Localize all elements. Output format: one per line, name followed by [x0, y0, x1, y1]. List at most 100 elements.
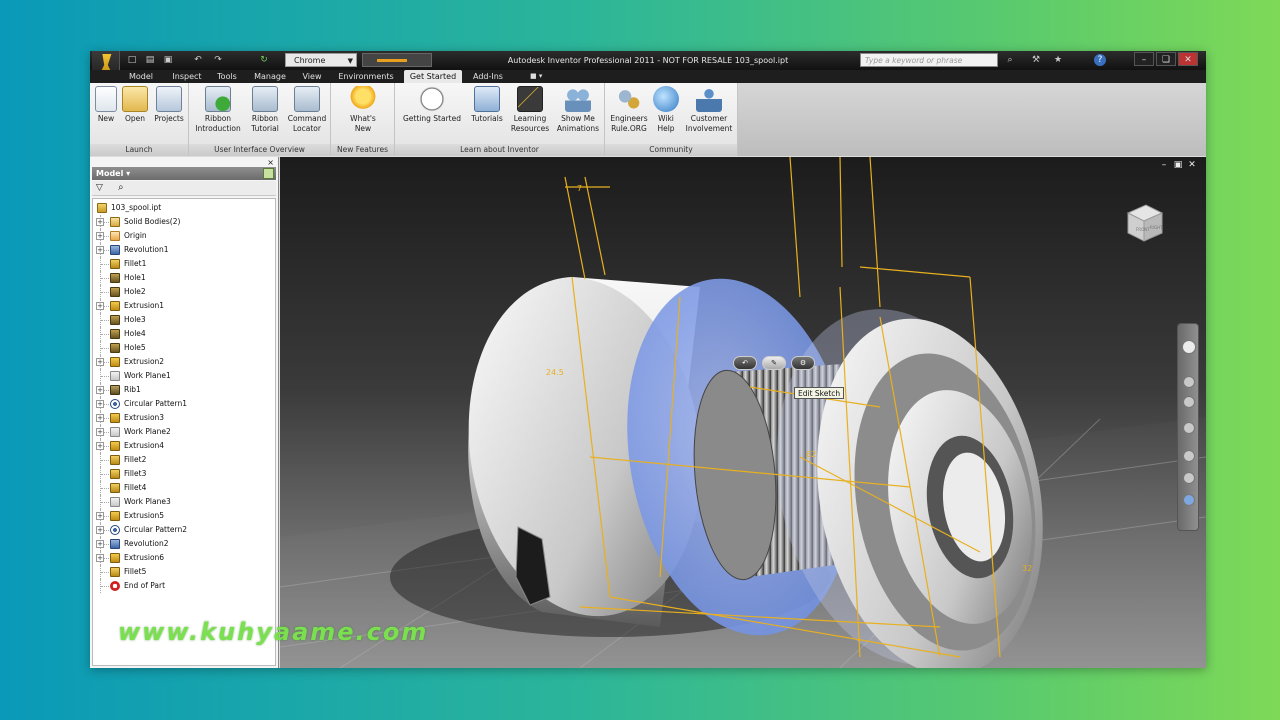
mini-toolbar-edit-sketch-button[interactable]: ✎ — [762, 356, 786, 370]
appearance-dropdown[interactable]: Chrome ▼ — [285, 53, 357, 67]
new-file-icon[interactable]: □ — [126, 54, 138, 66]
tree-node[interactable]: + Work Plane2 — [93, 425, 275, 439]
expand-icon[interactable]: + — [96, 526, 104, 534]
getting-started-button[interactable]: Getting Started — [397, 86, 467, 124]
new-button[interactable]: New — [93, 86, 119, 124]
mini-toolbar-undo-button[interactable]: ↶ — [733, 356, 757, 370]
tree-node[interactable]: Fillet5 — [93, 565, 275, 579]
tree-node[interactable]: Work Plane1 — [93, 369, 275, 383]
tree-node[interactable]: + Extrusion2 — [93, 355, 275, 369]
mini-toolbar-options-button[interactable]: ⚙ — [791, 356, 815, 370]
tree-node[interactable]: + Extrusion4 — [93, 439, 275, 453]
tree-node[interactable]: + Origin — [93, 229, 275, 243]
whats-new-button[interactable]: What's New — [343, 86, 383, 134]
expand-icon[interactable]: + — [96, 554, 104, 562]
expand-icon[interactable]: + — [96, 246, 104, 254]
graphics-viewport[interactable]: 7 24.5 62 32 ↶ ✎ ⚙ Edit Sketch – ▣ ✕ FRO… — [280, 157, 1206, 668]
find-binoculars-icon[interactable]: ⌕ — [118, 182, 124, 193]
tree-node[interactable]: End of Part — [93, 579, 275, 593]
pan-icon[interactable] — [1183, 376, 1195, 388]
expand-icon[interactable]: + — [96, 218, 104, 226]
expand-icon[interactable]: + — [96, 540, 104, 548]
tab-options-icon[interactable]: ■ ▾ — [530, 72, 548, 81]
expand-icon[interactable]: + — [96, 302, 104, 310]
ribbon-tutorial-button[interactable]: Ribbon Tutorial — [245, 86, 285, 134]
tab-inspect[interactable]: Inspect — [168, 70, 206, 83]
command-locator-button[interactable]: Command Locator — [285, 86, 329, 134]
tab-view[interactable]: View — [298, 70, 326, 83]
tree-node[interactable]: Hole4 — [93, 327, 275, 341]
viewport-close-icon[interactable]: ✕ — [1186, 159, 1198, 171]
orbit-icon[interactable] — [1183, 422, 1195, 434]
tree-node[interactable]: + Extrusion3 — [93, 411, 275, 425]
help-icon[interactable]: ? — [1094, 54, 1106, 66]
expand-icon[interactable]: + — [96, 512, 104, 520]
tab-tools[interactable]: Tools — [212, 70, 242, 83]
tree-node[interactable]: Fillet1 — [93, 257, 275, 271]
expand-icon[interactable]: + — [96, 232, 104, 240]
communication-center-icon[interactable]: ⚒ — [1030, 54, 1042, 66]
tree-node[interactable]: + Circular Pattern2 — [93, 523, 275, 537]
tree-node[interactable]: Fillet2 — [93, 453, 275, 467]
viewport-restore-icon[interactable]: ▣ — [1172, 159, 1184, 171]
customer-involvement-button[interactable]: Customer Involvement — [681, 86, 737, 134]
browser-options-icon[interactable] — [263, 168, 274, 179]
favorites-star-icon[interactable]: ★ — [1052, 54, 1064, 66]
material-selector[interactable] — [362, 53, 432, 67]
spool-3d-model[interactable]: 7 24.5 62 32 — [280, 157, 1206, 668]
tree-node[interactable]: + Revolution2 — [93, 537, 275, 551]
tree-node[interactable]: + Extrusion6 — [93, 551, 275, 565]
show-me-animations-button[interactable]: Show Me Animations — [553, 86, 603, 134]
tree-node[interactable]: Hole1 — [93, 271, 275, 285]
restore-button[interactable]: ❏ — [1156, 52, 1176, 66]
tree-node[interactable]: + Extrusion5 — [93, 509, 275, 523]
undo-icon[interactable]: ↶ — [192, 54, 204, 66]
engineers-rule-button[interactable]: Engineers Rule.ORG — [607, 86, 651, 134]
tab-manage[interactable]: Manage — [250, 70, 290, 83]
browser-header-model-dropdown[interactable]: Model ▾ — [92, 167, 276, 180]
zoom-window-icon[interactable] — [1183, 472, 1195, 484]
expand-icon[interactable]: + — [96, 400, 104, 408]
tree-node[interactable]: + Circular Pattern1 — [93, 397, 275, 411]
open-button[interactable]: Open — [122, 86, 148, 124]
wiki-help-button[interactable]: Wiki Help — [651, 86, 681, 134]
look-at-icon[interactable] — [1183, 450, 1195, 462]
viewport-minimize-icon[interactable]: – — [1158, 159, 1170, 171]
tab-add-ins[interactable]: Add-Ins — [468, 70, 508, 83]
expand-icon[interactable]: + — [96, 428, 104, 436]
tree-node[interactable]: + Solid Bodies(2) — [93, 215, 275, 229]
tree-node[interactable]: Hole5 — [93, 341, 275, 355]
tab-get-started[interactable]: Get Started — [404, 70, 462, 83]
steering-wheel-icon[interactable] — [1182, 340, 1196, 354]
projects-button[interactable]: Projects — [152, 86, 186, 124]
tree-node[interactable]: Work Plane3 — [93, 495, 275, 509]
expand-icon[interactable]: + — [96, 414, 104, 422]
tree-node[interactable]: + Extrusion1 — [93, 299, 275, 313]
help-search-input[interactable]: Type a keyword or phrase — [860, 53, 998, 67]
binoculars-icon[interactable]: ⌕ — [1004, 54, 1016, 66]
tree-node[interactable]: Fillet3 — [93, 467, 275, 481]
save-icon[interactable]: ▣ — [162, 54, 174, 66]
browser-close-icon[interactable]: × — [267, 158, 274, 167]
tree-node[interactable]: Hole2 — [93, 285, 275, 299]
tree-node[interactable]: Fillet4 — [93, 481, 275, 495]
expand-icon[interactable]: + — [96, 358, 104, 366]
viewcube-icon[interactable]: FRONT RIGHT — [1122, 201, 1166, 245]
tree-node[interactable]: + Revolution1 — [93, 243, 275, 257]
expand-icon[interactable]: + — [96, 442, 104, 450]
open-file-icon[interactable]: ▤ — [144, 54, 156, 66]
tutorials-button[interactable]: Tutorials — [467, 86, 507, 124]
redo-icon[interactable]: ↷ — [212, 54, 224, 66]
zoom-icon[interactable] — [1183, 396, 1195, 408]
tree-node[interactable]: Hole3 — [93, 313, 275, 327]
free-orbit-icon[interactable] — [1183, 494, 1195, 506]
tab-model[interactable]: Model — [124, 70, 158, 83]
learning-resources-button[interactable]: Learning Resources — [507, 86, 553, 134]
update-icon[interactable]: ↻ — [258, 54, 270, 66]
tree-node[interactable]: + Rib1 — [93, 383, 275, 397]
tab-environments[interactable]: Environments — [334, 70, 398, 83]
close-button[interactable]: ✕ — [1178, 52, 1198, 66]
ribbon-introduction-button[interactable]: Ribbon Introduction — [191, 86, 245, 134]
tree-root-node[interactable]: 103_spool.ipt — [93, 201, 275, 215]
filter-icon[interactable]: ▽ — [96, 183, 103, 193]
